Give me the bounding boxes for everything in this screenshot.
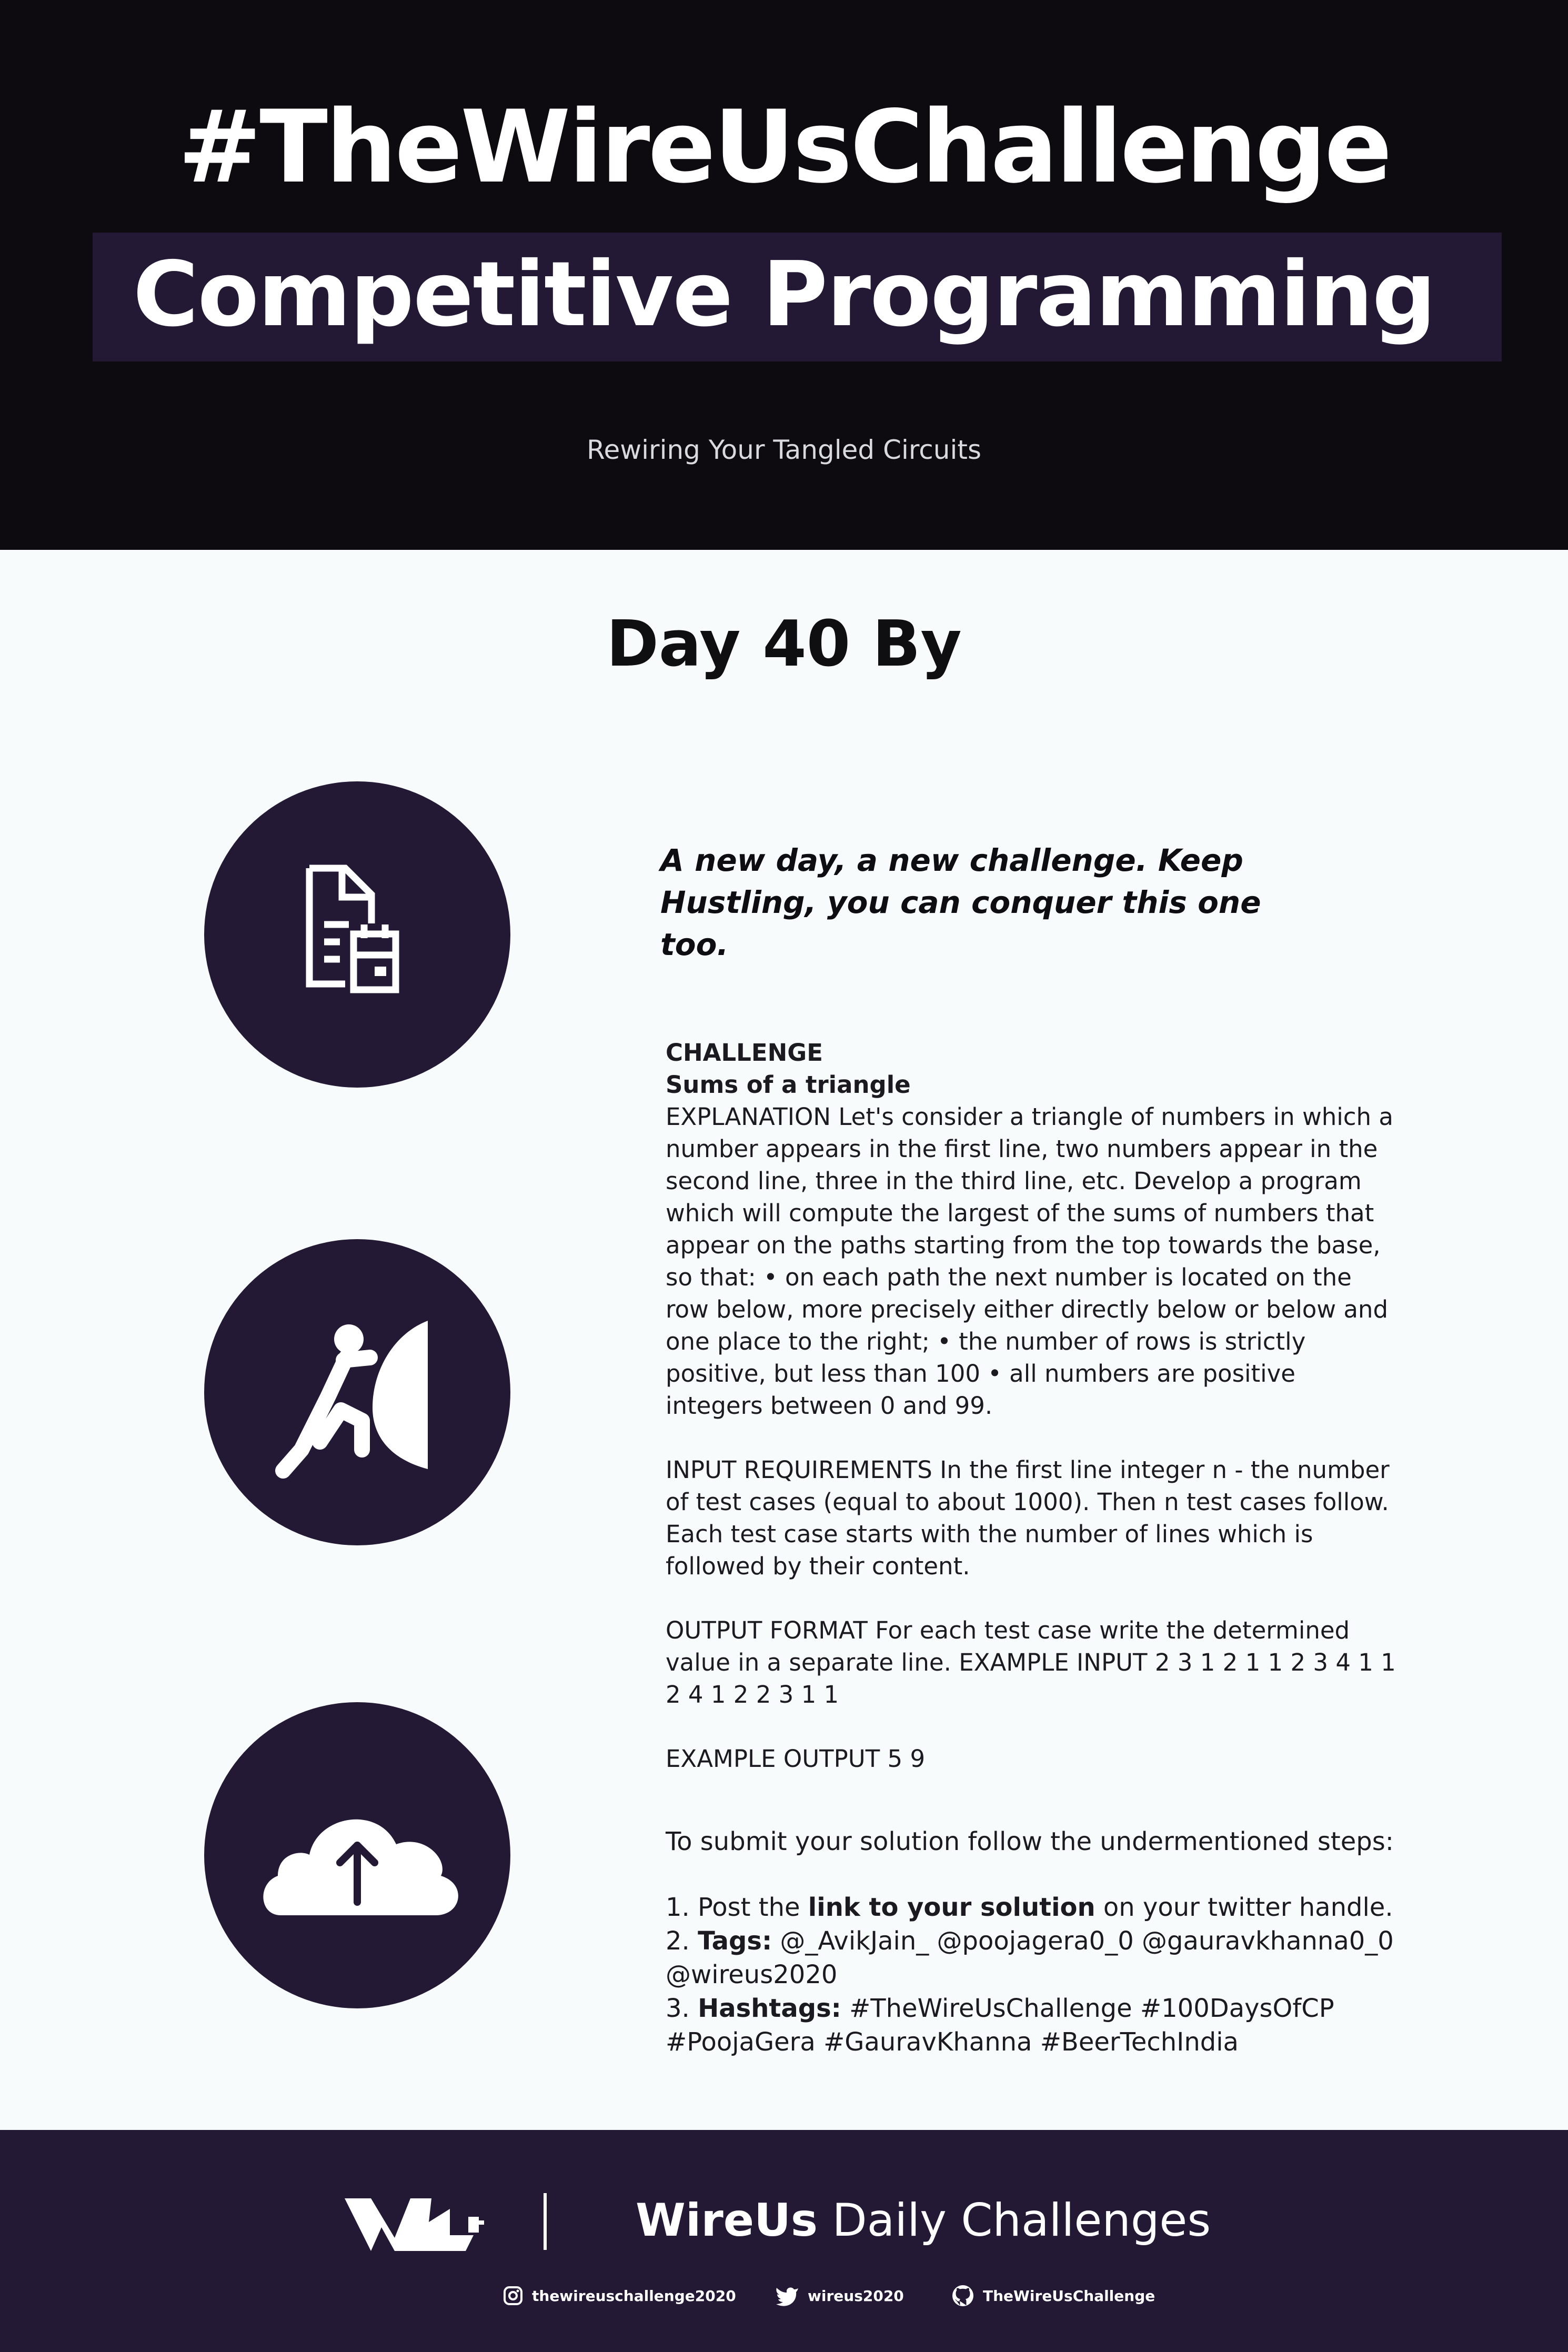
document-calendar-icon <box>204 781 510 1088</box>
example-output: EXAMPLE OUTPUT 5 9 <box>666 1745 926 1773</box>
hashtag-title: #TheWireUsChallenge <box>178 89 1392 205</box>
instagram-handle: thewireuschallenge2020 <box>532 2287 736 2305</box>
instagram-icon <box>504 2286 522 2305</box>
motivation-quote: A new day, a new challenge. Keep Hustlin… <box>660 842 1261 962</box>
tagline: Rewiring Your Tangled Circuits <box>586 435 982 465</box>
github-handle: TheWireUsChallenge <box>983 2287 1155 2305</box>
input-requirements: INPUT REQUIREMENTS In the first line int… <box>666 1456 1390 1580</box>
cloud-upload-icon <box>204 1702 510 2008</box>
twitter-handle: wireus2020 <box>808 2287 904 2305</box>
challenge-explanation: EXPLANATION Let's consider a triangle of… <box>666 1103 1393 1420</box>
footer: WireUs Daily Challenges thewireuschallen… <box>0 2130 1568 2352</box>
person-pushing-icon <box>204 1239 510 1545</box>
footer-divider <box>544 2193 547 2250</box>
github-link[interactable]: TheWireUsChallenge <box>951 2280 1155 2311</box>
output-format: OUTPUT FORMAT For each test case write t… <box>666 1616 1396 1708</box>
instagram-link[interactable]: thewireuschallenge2020 <box>502 2280 736 2311</box>
day-title: Day 40 By <box>606 608 962 681</box>
challenge-name: Sums of a triangle <box>666 1071 911 1099</box>
subtitle: Competitive Programming <box>133 243 1436 347</box>
submit-step-1: 1. Post the link to your solution on you… <box>666 1893 1393 1922</box>
twitter-link[interactable]: wireus2020 <box>775 2280 904 2311</box>
footer-brand: WireUs Daily Challenges <box>636 2194 1211 2247</box>
challenge-heading: CHALLENGE <box>666 1039 823 1067</box>
submit-intro: To submit your solution follow the under… <box>666 1827 1394 1856</box>
challenge-description: CHALLENGE Sums of a triangle EXPLANATION… <box>666 1037 1397 2059</box>
header-banner: #TheWireUsChallenge Competitive Programm… <box>0 0 1568 550</box>
twitter-icon <box>776 2287 798 2306</box>
wireus-logo-icon <box>345 2198 484 2251</box>
submit-step-3: 3. Hashtags: #TheWireUsChallenge #100Day… <box>666 1994 1334 2057</box>
submit-step-2: 2. Tags: @_AvikJain_ @poojagera0_0 @gaur… <box>666 1926 1394 1989</box>
github-icon <box>952 2285 973 2306</box>
